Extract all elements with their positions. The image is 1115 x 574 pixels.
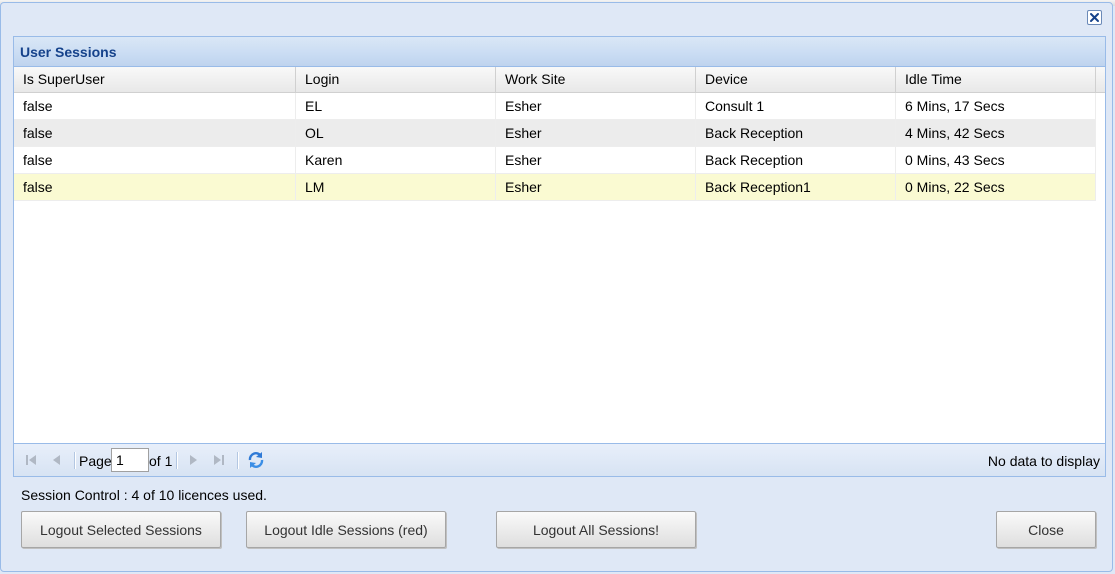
first-page-button[interactable] [23, 452, 39, 468]
cell-idle-time: 6 Mins, 17 Secs [896, 93, 1096, 119]
page-label: Page [79, 453, 112, 469]
column-header-work-site[interactable]: Work Site [496, 67, 696, 92]
logout-idle-button[interactable]: Logout Idle Sessions (red) [246, 511, 446, 548]
refresh-button[interactable] [247, 451, 265, 469]
cell-device: Back Reception1 [696, 174, 896, 200]
column-header-login[interactable]: Login [296, 67, 496, 92]
cell-is-superuser: false [14, 93, 296, 119]
session-control-status: Session Control : 4 of 10 licences used. [21, 487, 267, 503]
first-page-icon [26, 455, 36, 465]
grid-scrollbar[interactable] [1096, 93, 1105, 443]
cell-idle-time: 0 Mins, 22 Secs [896, 174, 1096, 200]
cell-login: Karen [296, 147, 496, 173]
prev-page-icon [53, 455, 60, 465]
dialog-close-button[interactable] [1087, 10, 1102, 25]
table-row[interactable]: false EL Esher Consult 1 6 Mins, 17 Secs [14, 93, 1096, 120]
last-page-button[interactable] [211, 452, 227, 468]
logout-all-button[interactable]: Logout All Sessions! [496, 511, 696, 548]
cell-login: OL [296, 120, 496, 146]
toolbar-separator [74, 452, 76, 469]
cell-idle-time: 4 Mins, 42 Secs [896, 120, 1096, 146]
user-sessions-dialog: User Sessions Is SuperUser Login Work Si… [0, 2, 1113, 572]
toolbar-separator [176, 452, 178, 469]
cell-is-superuser: false [14, 147, 296, 173]
cell-work-site: Esher [496, 120, 696, 146]
grid-body: false EL Esher Consult 1 6 Mins, 17 Secs… [14, 93, 1096, 443]
cell-work-site: Esher [496, 147, 696, 173]
refresh-icon [248, 452, 264, 468]
last-page-icon [214, 455, 224, 465]
paging-toolbar: Page of 1 [14, 443, 1105, 476]
page-number-input[interactable] [111, 448, 149, 472]
prev-page-button[interactable] [49, 452, 65, 468]
logout-selected-button[interactable]: Logout Selected Sessions [21, 511, 221, 548]
panel-title: User Sessions [20, 44, 117, 60]
panel-header: User Sessions [14, 37, 1105, 67]
next-page-icon [190, 455, 197, 465]
cell-work-site: Esher [496, 93, 696, 119]
close-icon [1090, 13, 1099, 22]
cell-device: Consult 1 [696, 93, 896, 119]
cell-login: EL [296, 93, 496, 119]
cell-login: LM [296, 174, 496, 200]
table-row[interactable]: false Karen Esher Back Reception 0 Mins,… [14, 147, 1096, 174]
paging-display-text: No data to display [987, 453, 1100, 469]
column-header-is-superuser[interactable]: Is SuperUser [14, 67, 296, 92]
next-page-button[interactable] [185, 452, 201, 468]
toolbar-separator [237, 452, 239, 469]
cell-device: Back Reception [696, 147, 896, 173]
grid-header: Is SuperUser Login Work Site Device Idle… [14, 67, 1105, 93]
page-count-label: of 1 [149, 453, 173, 469]
cell-is-superuser: false [14, 174, 296, 200]
cell-work-site: Esher [496, 174, 696, 200]
sessions-panel: User Sessions Is SuperUser Login Work Si… [13, 36, 1106, 477]
cell-device: Back Reception [696, 120, 896, 146]
cell-idle-time: 0 Mins, 43 Secs [896, 147, 1096, 173]
table-row[interactable]: false OL Esher Back Reception 4 Mins, 42… [14, 120, 1096, 147]
column-header-device[interactable]: Device [696, 67, 896, 92]
cell-is-superuser: false [14, 120, 296, 146]
column-header-idle-time[interactable]: Idle Time [896, 67, 1096, 92]
close-button[interactable]: Close [996, 511, 1096, 548]
table-row-selected[interactable]: false LM Esher Back Reception1 0 Mins, 2… [14, 174, 1096, 201]
